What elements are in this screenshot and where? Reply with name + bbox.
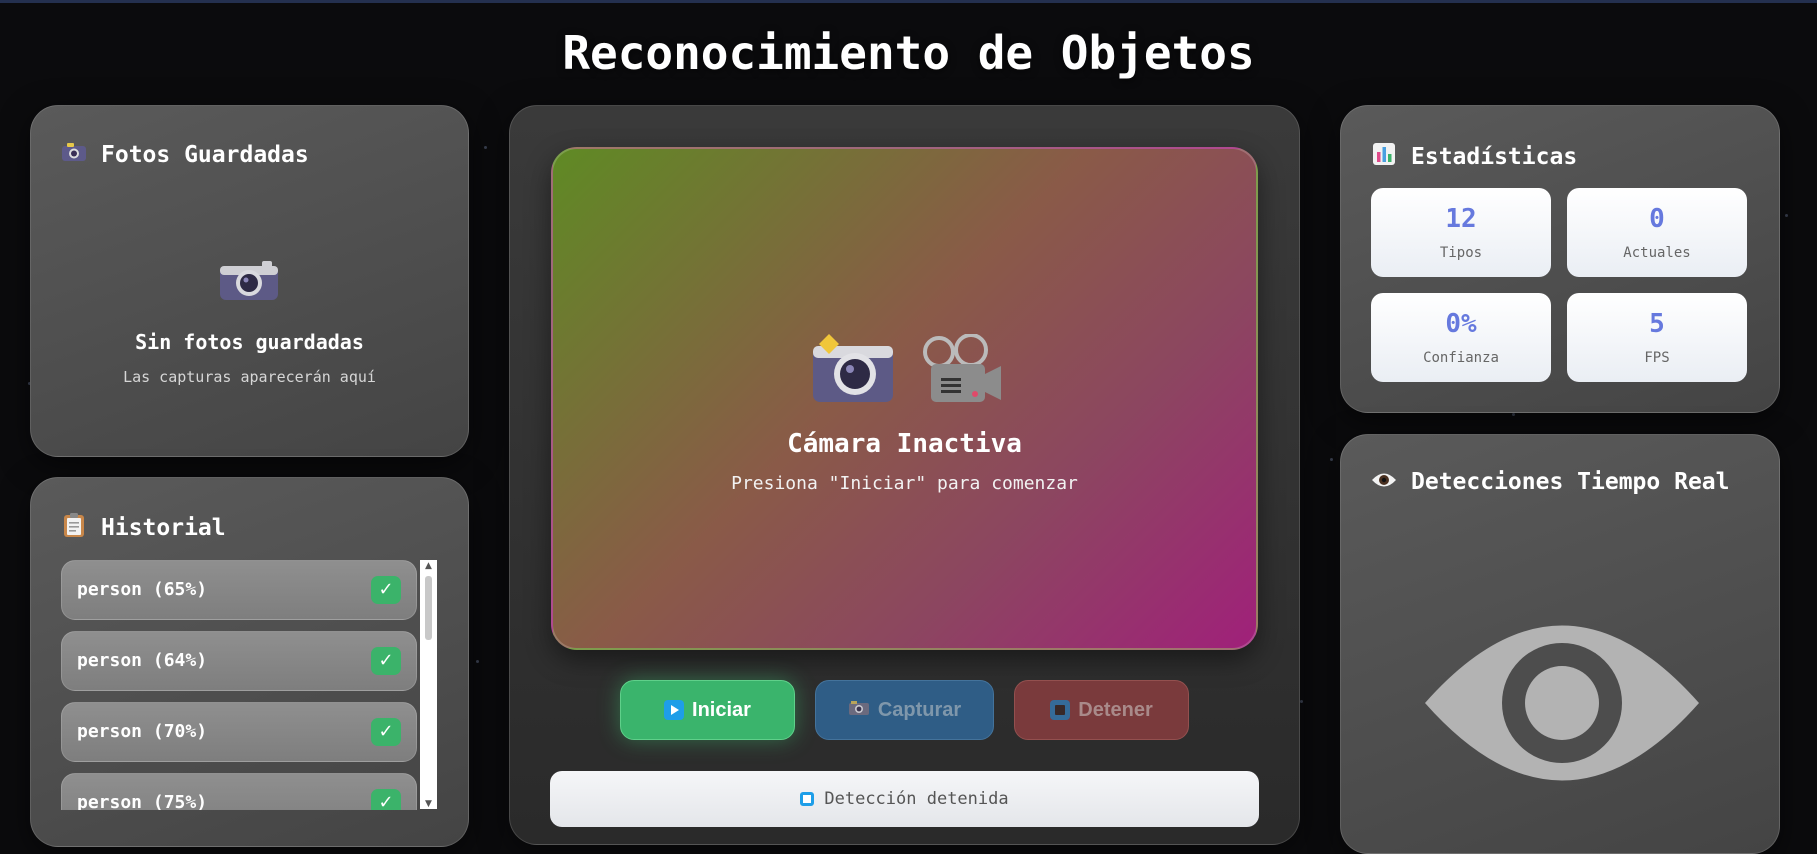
detections-header: Detecciones Tiempo Real (1371, 469, 1730, 495)
check-icon: ✓ (371, 647, 401, 675)
stop-button-label: Detener (1078, 698, 1153, 721)
check-icon: ✓ (371, 789, 401, 810)
history-item-label: person (65%) (77, 579, 208, 600)
clipboard-icon (61, 512, 87, 544)
stat-card-confidence: 0% Confianza (1371, 293, 1551, 382)
stat-value: 5 (1649, 309, 1665, 339)
camera-preview: Cámara Inactiva Presiona "Iniciar" para … (551, 147, 1258, 650)
empty-photos-title: Sin fotos guardadas (135, 330, 364, 354)
history-item[interactable]: person (65%) ✓ (61, 560, 417, 620)
stop-icon (1050, 700, 1071, 720)
movie-camera-icon (923, 334, 1001, 402)
top-border (0, 0, 1817, 3)
history-title: Historial (101, 515, 226, 541)
saved-photos-title: Fotos Guardadas (101, 142, 309, 168)
detection-status-text: Detección detenida (824, 789, 1009, 809)
star (1300, 700, 1303, 703)
capture-button-label: Capturar (877, 698, 962, 721)
check-icon: ✓ (371, 718, 401, 746)
camera-flash-icon (813, 334, 893, 402)
stat-label: FPS (1644, 350, 1670, 366)
camera-status-title: Cámara Inactiva (787, 429, 1022, 459)
saved-photos-header: Fotos Guardadas (61, 142, 309, 168)
scroll-up-arrow-icon[interactable]: ▲ (420, 561, 437, 571)
scroll-down-arrow-icon[interactable]: ▼ (420, 799, 437, 809)
stat-label: Confianza (1423, 350, 1499, 366)
scroll-thumb[interactable] (425, 576, 432, 640)
history-item[interactable]: person (70%) ✓ (61, 702, 417, 762)
detections-title: Detecciones Tiempo Real (1411, 469, 1730, 495)
bar-chart-icon (1371, 142, 1397, 172)
stop-button[interactable]: Detener (1014, 680, 1189, 740)
capture-button[interactable]: Capturar (815, 680, 994, 740)
detection-status-bar: Detección detenida (550, 771, 1259, 827)
history-item[interactable]: person (64%) ✓ (61, 631, 417, 691)
star (1330, 458, 1333, 461)
page-title: Reconocimiento de Objetos (562, 26, 1255, 80)
saved-photos-panel: Fotos Guardadas Sin fotos guardadas Las … (30, 105, 469, 457)
history-panel: Historial person (65%) ✓ person (64%) ✓ … (30, 477, 469, 847)
stat-label: Tipos (1439, 245, 1483, 261)
stat-card-fps: 5 FPS (1567, 293, 1747, 382)
start-button[interactable]: Iniciar (620, 680, 795, 740)
stat-card-types: 12 Tipos (1371, 188, 1551, 277)
history-scrollbar[interactable]: ▲ ▼ (420, 560, 437, 809)
history-item-label: person (70%) (77, 721, 208, 742)
empty-camera-icon (220, 261, 278, 300)
history-header: Historial (61, 512, 226, 544)
eye-icon (1371, 470, 1397, 495)
empty-photos-subtitle: Las capturas aparecerán aquí (123, 368, 376, 386)
star (1785, 214, 1788, 217)
check-icon: ✓ (371, 576, 401, 604)
star (1512, 413, 1515, 416)
stat-label: Actuales (1623, 245, 1691, 261)
stats-header: Estadísticas (1371, 142, 1577, 172)
star (484, 146, 487, 149)
start-button-label: Iniciar (692, 698, 751, 721)
eye-placeholder-icon (1425, 625, 1699, 781)
stats-title: Estadísticas (1411, 144, 1578, 170)
camera-status-icons (813, 334, 1001, 402)
stop-square-icon (800, 792, 815, 806)
stat-value: 0% (1445, 309, 1477, 339)
camera-status-subtitle: Presiona "Iniciar" para comenzar (731, 473, 1078, 494)
camera-icon (848, 699, 870, 722)
history-item-label: person (64%) (77, 650, 208, 671)
history-item[interactable]: person (75%) ✓ (61, 773, 417, 810)
camera-icon (61, 142, 87, 168)
history-item-label: person (75%) (77, 792, 208, 810)
star (476, 660, 479, 663)
stats-panel: Estadísticas 12 Tipos 0 Actuales 0% Conf… (1340, 105, 1780, 413)
stat-card-current: 0 Actuales (1567, 188, 1747, 277)
realtime-detections-panel: Detecciones Tiempo Real (1340, 434, 1780, 854)
play-icon (664, 700, 685, 720)
stat-value: 0 (1649, 204, 1665, 234)
stat-value: 12 (1445, 204, 1477, 234)
history-list[interactable]: person (65%) ✓ person (64%) ✓ person (70… (61, 560, 417, 810)
